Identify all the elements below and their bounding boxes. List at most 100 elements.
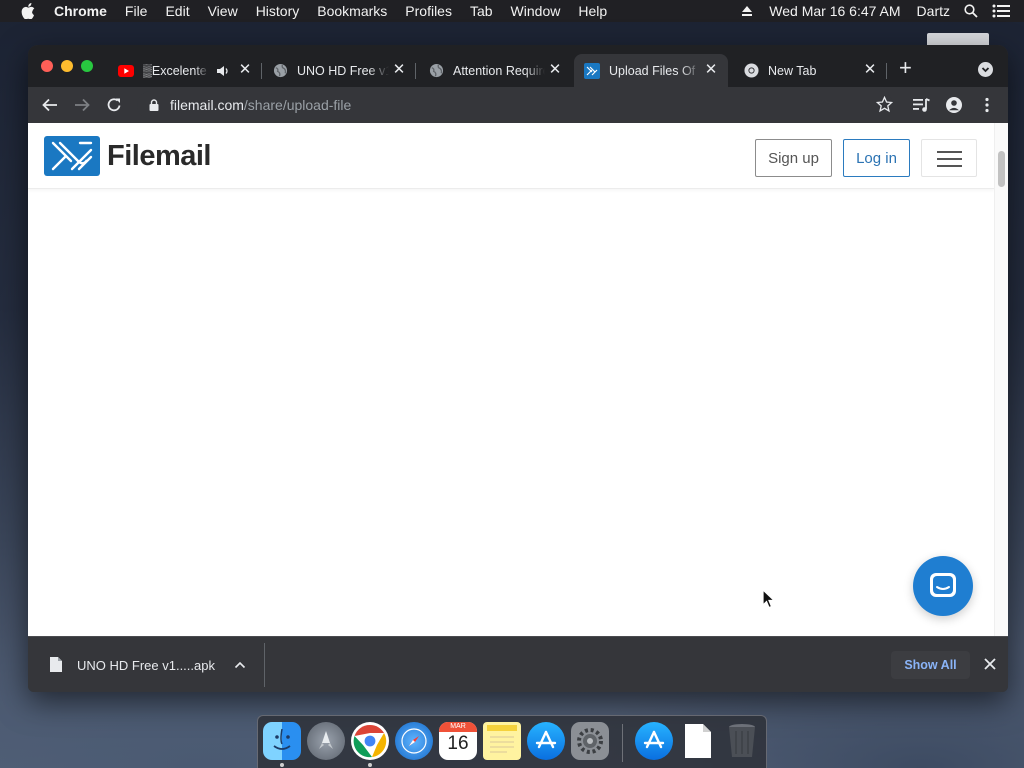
tab-separator (886, 63, 887, 79)
tab-uno-hd[interactable]: UNO HD Free v1 ✕ (262, 54, 416, 87)
apple-icon[interactable] (21, 3, 35, 19)
window-zoom-button[interactable] (81, 60, 93, 72)
more-menu-icon[interactable] (978, 96, 996, 114)
new-tab-plus-icon[interactable]: + (899, 57, 912, 79)
desktop-file-icon[interactable] (927, 33, 989, 45)
file-icon (50, 657, 62, 672)
menu-bookmarks[interactable]: Bookmarks (317, 0, 387, 22)
calendar-icon[interactable]: MAR 16 (439, 722, 477, 760)
log-in-button[interactable]: Log in (843, 139, 910, 177)
url-text[interactable]: filemail.com/share/upload-file (170, 97, 351, 113)
calendar-day: 16 (447, 733, 469, 754)
menu-help[interactable]: Help (578, 0, 607, 22)
globe-icon (272, 63, 288, 79)
tab-search-icon[interactable] (978, 62, 993, 77)
tab-separator (415, 63, 416, 79)
tab-close-icon[interactable]: ✕ (548, 62, 562, 77)
document-icon[interactable] (679, 722, 717, 760)
app-store-icon[interactable] (527, 722, 565, 760)
dock: MAR 16 (257, 715, 767, 768)
dock-divider (622, 724, 623, 762)
notes-icon[interactable] (483, 722, 521, 760)
tab-attention-required[interactable]: Attention Required ✕ (418, 54, 572, 87)
show-all-button[interactable]: Show All (891, 651, 970, 679)
filemail-logo[interactable]: Filemail (44, 136, 212, 176)
hamburger-menu-button[interactable] (921, 139, 977, 177)
url-host: filemail.com (170, 97, 244, 113)
mouse-cursor-icon (762, 589, 776, 609)
launchpad-icon[interactable] (307, 722, 345, 760)
hamburger-line (937, 158, 962, 160)
bookmark-star-icon[interactable] (876, 96, 893, 113)
menu-app-name[interactable]: Chrome (54, 0, 107, 22)
tab-close-icon[interactable]: ✕ (704, 62, 718, 77)
system-preferences-icon[interactable] (571, 722, 609, 760)
tab-youtube[interactable]: ▒Excelente ✕ (108, 54, 262, 87)
trash-icon[interactable] (723, 722, 761, 760)
menubar-user[interactable]: Dartz (917, 3, 950, 19)
spotlight-search-icon[interactable] (964, 4, 978, 18)
tab-new-tab[interactable]: New Tab ✕ (733, 54, 887, 87)
tab-title: Attention Required (453, 63, 545, 78)
menu-edit[interactable]: Edit (165, 0, 189, 22)
youtube-icon (118, 63, 134, 79)
filemail-logo-icon (44, 136, 100, 176)
menu-tab[interactable]: Tab (470, 0, 493, 22)
lock-icon[interactable] (149, 99, 159, 111)
reload-icon[interactable] (104, 95, 124, 115)
chrome-icon[interactable] (351, 722, 389, 760)
forward-arrow-icon[interactable] (72, 95, 92, 115)
tab-close-icon[interactable]: ✕ (392, 62, 406, 77)
support-chat-button[interactable] (913, 556, 973, 616)
window-minimize-button[interactable] (61, 60, 73, 72)
notification-center-icon[interactable] (992, 4, 1010, 18)
browser-toolbar: filemail.com/share/upload-file (28, 87, 1008, 123)
chat-icon (930, 573, 956, 597)
tab-close-icon[interactable]: ✕ (238, 62, 252, 77)
chrome-icon (743, 63, 759, 79)
chevron-up-icon[interactable] (233, 658, 247, 672)
hamburger-line (937, 165, 962, 167)
safari-icon[interactable] (395, 722, 433, 760)
finder-icon[interactable] (263, 722, 301, 760)
web-page: Filemail Sign up Log in (28, 123, 1008, 636)
filemail-icon (584, 62, 600, 79)
window-close-button[interactable] (41, 60, 53, 72)
speaker-icon[interactable] (216, 64, 230, 78)
hamburger-line (937, 151, 962, 153)
running-indicator (368, 763, 372, 767)
menu-view[interactable]: View (208, 0, 238, 22)
download-filename[interactable]: UNO HD Free v1.....apk (77, 658, 215, 673)
tab-title: ▒Excelente (143, 63, 207, 78)
back-arrow-icon[interactable] (40, 95, 60, 115)
scrollbar-thumb[interactable] (998, 151, 1005, 187)
eject-icon[interactable] (741, 5, 753, 17)
calendar-month: MAR (439, 722, 477, 732)
media-control-icon[interactable] (912, 96, 930, 114)
running-indicator (280, 763, 284, 767)
logo-wordmark: Filemail (107, 139, 212, 172)
url-path: /share/upload-file (243, 97, 352, 113)
address-bar[interactable]: filemail.com/share/upload-file (137, 91, 893, 119)
menu-file[interactable]: File (125, 0, 148, 22)
tab-close-icon[interactable]: ✕ (863, 62, 877, 77)
sign-up-button[interactable]: Sign up (755, 139, 832, 177)
tab-upload-files[interactable]: Upload Files Of ✕ (574, 54, 728, 87)
menu-history[interactable]: History (256, 0, 300, 22)
site-header: Filemail Sign up Log in (28, 123, 994, 189)
page-scrollbar[interactable] (994, 123, 1008, 636)
tab-strip: ▒Excelente ✕ UNO HD Free v1 ✕ Attention … (28, 45, 1008, 87)
close-icon[interactable] (983, 657, 997, 671)
tab-title: New Tab (768, 63, 817, 78)
app-store-download-icon[interactable] (635, 722, 673, 760)
menu-profiles[interactable]: Profiles (405, 0, 452, 22)
download-separator (264, 643, 265, 687)
tab-title: Upload Files Of (609, 63, 696, 78)
chrome-window: ▒Excelente ✕ UNO HD Free v1 ✕ Attention … (28, 45, 1008, 692)
tab-title: UNO HD Free v1 (297, 63, 389, 78)
profile-avatar-icon[interactable] (945, 96, 963, 114)
menubar-clock[interactable]: Wed Mar 16 6:47 AM (769, 3, 900, 19)
menu-window[interactable]: Window (511, 0, 561, 22)
menu-bar: Chrome File Edit View History Bookmarks … (0, 0, 1024, 22)
globe-icon (428, 63, 444, 79)
